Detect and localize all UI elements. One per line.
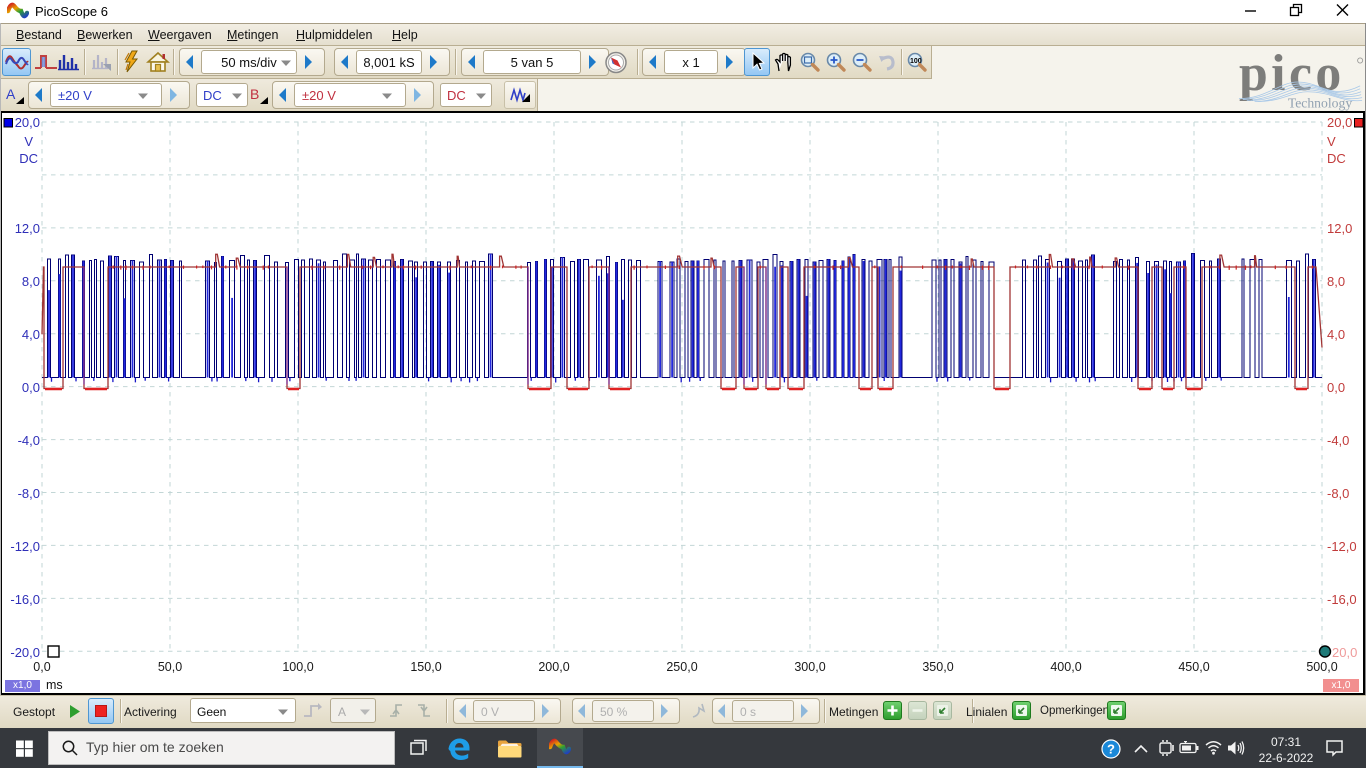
svg-text:?: ? <box>1107 742 1115 757</box>
